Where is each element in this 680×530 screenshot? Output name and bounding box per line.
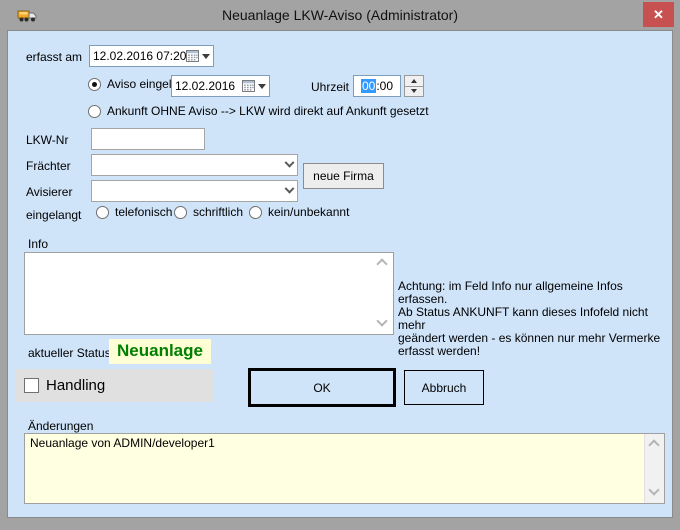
time-minutes-segment: :00 — [376, 79, 393, 93]
uhrzeit-time-field[interactable]: 00:00 — [353, 75, 401, 97]
eingelangt-label: eingelangt — [26, 208, 81, 222]
fraechter-label: Frächter — [26, 159, 71, 173]
time-hours-segment: 00 — [361, 79, 376, 93]
window-title: Neuanlage LKW-Aviso (Administrator) — [0, 7, 680, 23]
scrollbar-track[interactable] — [644, 434, 664, 503]
fraechter-combobox[interactable] — [91, 154, 298, 176]
spinner-down-button[interactable] — [405, 86, 423, 97]
ankunft-ohne-aviso-label: Ankunft OHNE Aviso --> LKW wird direkt a… — [107, 104, 429, 118]
scroll-down-icon[interactable] — [648, 484, 659, 495]
titlebar[interactable]: Neuanlage LKW-Aviso (Administrator) ✕ — [0, 0, 680, 30]
status-badge: Neuanlage — [109, 339, 211, 364]
aenderungen-frame: Neuanlage von ADMIN/developer1 — [24, 433, 665, 504]
radio-telefonisch[interactable]: telefonisch — [96, 205, 172, 219]
info-label: Info — [28, 237, 48, 251]
erfasst-am-datepicker-button[interactable] — [186, 50, 210, 62]
ok-button-label: OK — [313, 381, 330, 395]
warning-line: erfasst werden! — [398, 345, 672, 358]
erfasst-am-label: erfasst am — [26, 50, 82, 64]
chevron-down-icon — [285, 157, 295, 167]
aviso-datepicker-button[interactable] — [242, 80, 266, 92]
lkw-nr-input[interactable] — [91, 128, 205, 150]
chevron-down-icon — [202, 54, 210, 59]
handling-panel: Handling — [15, 369, 214, 402]
avisierer-label: Avisierer — [26, 185, 72, 199]
scroll-up-icon[interactable] — [648, 439, 659, 450]
warning-line: Achtung: im Feld Info nur allgemeine Inf… — [398, 280, 672, 306]
radio-kein-unbekannt-label: kein/unbekannt — [268, 205, 349, 219]
neue-firma-button[interactable]: neue Firma — [303, 163, 384, 189]
cancel-button[interactable]: Abbruch — [404, 370, 484, 405]
app-window: Neuanlage LKW-Aviso (Administrator) ✕ er… — [0, 0, 680, 530]
neue-firma-button-label: neue Firma — [313, 169, 374, 183]
calendar-icon — [186, 50, 199, 62]
avisierer-combobox[interactable] — [91, 180, 298, 202]
radio-dot-icon — [96, 206, 109, 219]
uhrzeit-label: Uhrzeit — [311, 80, 349, 94]
aenderungen-label: Änderungen — [28, 419, 93, 433]
ok-button[interactable]: OK — [248, 368, 396, 407]
radio-schriftlich-label: schriftlich — [193, 205, 243, 219]
radio-dot-icon — [88, 78, 101, 91]
dialog-body: erfasst am 12.02.2016 07:20 Aviso ei — [7, 30, 673, 518]
close-icon: ✕ — [653, 7, 664, 23]
handling-checkbox[interactable] — [24, 378, 39, 393]
radio-telefonisch-label: telefonisch — [115, 205, 172, 219]
lkw-nr-label: LKW-Nr — [26, 133, 68, 147]
info-warning-text: Achtung: im Feld Info nur allgemeine Inf… — [398, 280, 672, 358]
status-label: aktueller Status — [28, 346, 111, 360]
info-textarea-frame — [24, 252, 394, 335]
erfasst-am-field[interactable]: 12.02.2016 07:20 — [89, 45, 214, 67]
erfasst-am-value: 12.02.2016 07:20 — [93, 49, 186, 63]
chevron-down-icon — [285, 183, 295, 193]
arrow-up-icon — [411, 79, 417, 83]
ankunft-ohne-aviso-radio[interactable]: Ankunft OHNE Aviso --> LKW wird direkt a… — [88, 104, 429, 118]
radio-dot-icon — [174, 206, 187, 219]
time-spinner — [404, 75, 424, 97]
spinner-up-button[interactable] — [405, 76, 423, 86]
aviso-date-field[interactable]: 12.02.2016 — [171, 75, 270, 97]
radio-dot-icon — [249, 206, 262, 219]
info-textarea[interactable] — [25, 253, 393, 334]
aviso-date-value: 12.02.2016 — [175, 79, 242, 93]
calendar-icon — [242, 80, 255, 92]
aenderungen-textarea[interactable]: Neuanlage von ADMIN/developer1 — [25, 434, 643, 503]
arrow-down-icon — [411, 89, 417, 93]
close-button[interactable]: ✕ — [643, 2, 674, 27]
radio-schriftlich[interactable]: schriftlich — [174, 205, 243, 219]
radio-kein-unbekannt[interactable]: kein/unbekannt — [249, 205, 349, 219]
chevron-down-icon — [258, 84, 266, 89]
handling-label: Handling — [46, 377, 105, 394]
radio-dot-icon — [88, 105, 101, 118]
cancel-button-label: Abbruch — [422, 381, 467, 395]
warning-line: Ab Status ANKUNFT kann dieses Infofeld n… — [398, 306, 672, 332]
